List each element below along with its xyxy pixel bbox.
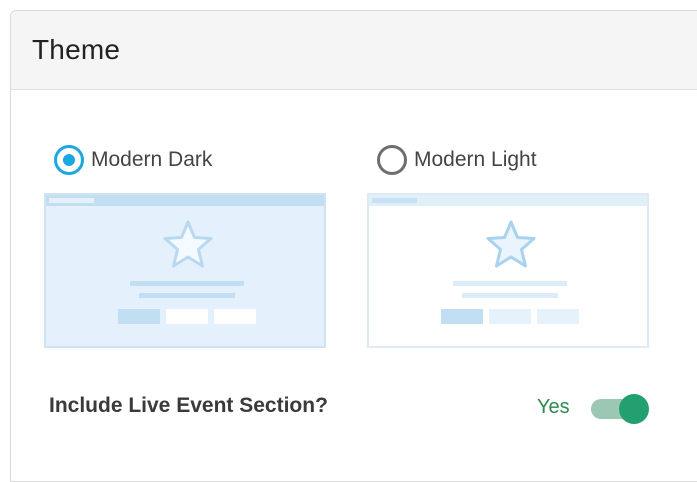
preview-button <box>441 309 483 324</box>
preview-header-bar <box>369 195 647 206</box>
live-event-toggle[interactable] <box>591 394 649 424</box>
live-event-label: Include Live Event Section? <box>49 394 328 417</box>
theme-option-modern-light[interactable]: Modern Light <box>377 145 537 175</box>
preview-button <box>489 309 531 324</box>
panel-title: Theme <box>32 34 121 65</box>
modern-dark-label: Modern Dark <box>91 148 213 171</box>
preview-text-line <box>462 293 558 298</box>
modern-light-preview[interactable] <box>367 193 649 348</box>
preview-text-line <box>139 293 235 298</box>
preview-text-line <box>453 281 567 286</box>
preview-button <box>166 309 208 324</box>
preview-button <box>214 309 256 324</box>
modern-dark-preview[interactable] <box>44 193 326 348</box>
modern-dark-radio[interactable] <box>54 145 84 175</box>
panel-header: Theme <box>11 11 697 90</box>
preview-header-bar <box>46 195 324 206</box>
toggle-knob[interactable] <box>619 394 649 424</box>
theme-option-modern-dark[interactable]: Modern Dark <box>54 145 212 175</box>
preview-button <box>537 309 579 324</box>
preview-button <box>118 309 160 324</box>
star-icon <box>486 220 536 268</box>
modern-light-label: Modern Light <box>414 148 537 171</box>
star-icon <box>163 220 213 268</box>
live-event-value: Yes <box>537 396 570 418</box>
modern-light-radio[interactable] <box>377 145 407 175</box>
preview-text-line <box>130 281 244 286</box>
